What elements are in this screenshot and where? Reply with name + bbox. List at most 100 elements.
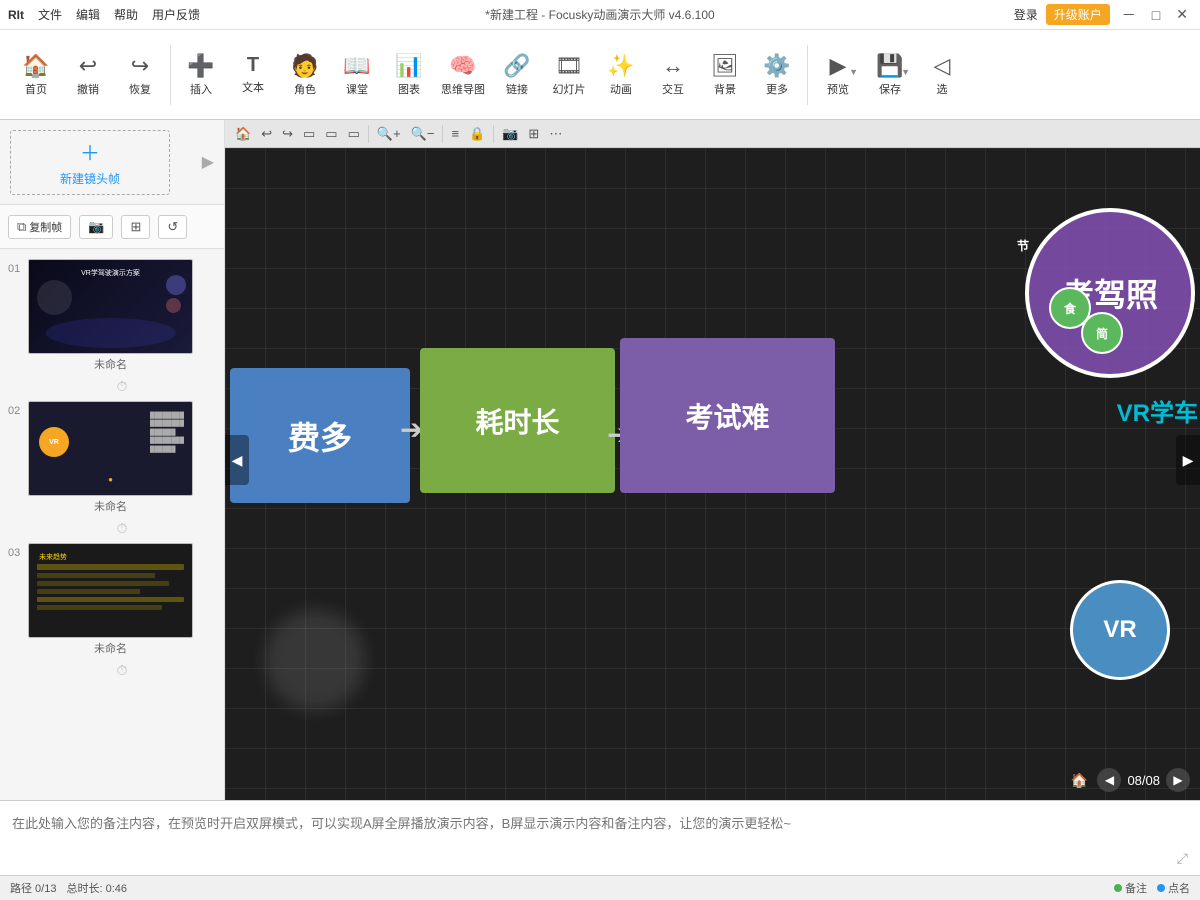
vr-main-circle[interactable]: 食 简 节 考驾照	[1025, 208, 1195, 378]
sep-icon-1: ⏱	[117, 378, 128, 395]
slide-thumb-3[interactable]: 未来趋势	[28, 543, 193, 638]
slide-thumb-wrap-2: VR ████████████████████████████████████ …	[28, 401, 193, 514]
slide-item-3[interactable]: 03 未来趋势	[0, 539, 224, 660]
toolbar-insert[interactable]: ➕ 插入	[175, 35, 227, 115]
slide-item-1[interactable]: 01 VR学驾驶演示方案 未命名	[0, 255, 224, 376]
toolbar-text[interactable]: T 文本	[227, 35, 279, 115]
text-label: 文本	[242, 79, 264, 95]
grid-button[interactable]: ⊞	[121, 215, 150, 239]
menu-feedback[interactable]: 用户反馈	[152, 6, 200, 23]
canvas-more-btn[interactable]: ⋯	[545, 124, 566, 144]
slide-1-circle	[37, 280, 72, 315]
toolbar-chart[interactable]: 📊 图表	[383, 35, 435, 115]
slide-sep-1: ⏱	[0, 376, 224, 397]
canvas-rect2-btn[interactable]: ▭	[321, 124, 341, 144]
dot-icon	[1114, 884, 1122, 892]
select-label: 选	[937, 81, 948, 97]
slide-1-decorations	[166, 275, 186, 313]
rotate-icon: ↺	[167, 219, 178, 235]
mini-jie-text: 节	[1017, 237, 1029, 254]
toolbar-interact[interactable]: ↔ 交互	[647, 35, 699, 115]
canvas-zoom-in[interactable]: 🔍+	[373, 124, 405, 144]
upgrade-button[interactable]: 升级账户	[1046, 4, 1110, 25]
toolbar-undo[interactable]: ↩ 撤销	[62, 35, 114, 115]
nav-right-button[interactable]: ▶	[1176, 435, 1200, 485]
menu-edit[interactable]: 编辑	[76, 6, 100, 23]
login-button[interactable]: 登录	[1014, 6, 1038, 23]
copy-icon: ⧉	[17, 219, 26, 235]
maximize-button[interactable]: □	[1148, 7, 1164, 23]
canvas-zoom-out[interactable]: 🔍−	[407, 124, 439, 144]
toolbar-save[interactable]: 💾 保存 ▼	[864, 35, 916, 115]
notes-input[interactable]	[12, 813, 1188, 863]
menu-file[interactable]: 文件	[38, 6, 62, 23]
close-button[interactable]: ✕	[1172, 6, 1192, 23]
link-label: 链接	[506, 81, 528, 97]
box-purple-text: 考试难	[685, 396, 769, 436]
slide-3-title: 未来趋势	[39, 552, 67, 562]
toolbar-more[interactable]: ⚙️ 更多	[751, 35, 803, 115]
app-logo: RIt	[8, 8, 24, 22]
note-button[interactable]: 备注	[1114, 880, 1147, 896]
menu-bar: RIt 文件 编辑 帮助 用户反馈	[8, 6, 200, 23]
box-green-text: 耗时长	[475, 401, 559, 441]
slide-thumb-1[interactable]: VR学驾驶演示方案	[28, 259, 193, 354]
chart-icon: 📊	[395, 53, 422, 79]
toolbar-link[interactable]: 🔗 链接	[491, 35, 543, 115]
box-green[interactable]: 耗时长	[420, 348, 615, 493]
canvas-rotate-right[interactable]: ↪	[278, 124, 297, 144]
canvas-rect-btn[interactable]: ▭	[299, 124, 319, 144]
toolbar-home[interactable]: 🏠 首页	[10, 35, 62, 115]
canvas-camera-btn[interactable]: 📷	[498, 124, 522, 144]
camera-button[interactable]: 📷	[79, 215, 113, 239]
toolbar-redo[interactable]: ↪ 恢复	[114, 35, 166, 115]
menu-help[interactable]: 帮助	[114, 6, 138, 23]
minimize-button[interactable]: －	[1118, 5, 1140, 25]
box-purple[interactable]: 考试难	[620, 338, 835, 493]
slide-1-title: VR学驾驶演示方案	[81, 268, 140, 278]
slide-thumb-2[interactable]: VR ████████████████████████████████████ …	[28, 401, 193, 496]
sep-icon-2: ⏱	[117, 520, 128, 537]
rotate-button[interactable]: ↺	[158, 215, 187, 239]
main-area: ＋ 新建镜头帧 ▶ ⧉ 复制帧 📷 ⊞ ↺ 01	[0, 120, 1200, 800]
toolbar-separator-2	[807, 45, 808, 105]
toolbar-preview[interactable]: ▶ 预览 ▼	[812, 35, 864, 115]
toolbar-select[interactable]: ◁ 选	[916, 35, 968, 115]
box-blue[interactable]: 费多	[230, 368, 410, 503]
toolbar-character[interactable]: 🧑 角色	[279, 35, 331, 115]
panel-expand-icon[interactable]: ▶	[202, 152, 214, 172]
next-page-button[interactable]: ▶	[1166, 768, 1190, 792]
toolbar-mindmap[interactable]: 🧠 思维导图	[435, 35, 491, 115]
nav-left-button[interactable]: ◀	[225, 435, 249, 485]
canvas-rect3-btn[interactable]: ▭	[344, 124, 364, 144]
slide-3-lines	[37, 564, 184, 629]
toolbar-slideshow[interactable]: 🎞 幻灯片	[543, 35, 595, 115]
point-button[interactable]: 点名	[1157, 880, 1190, 896]
redo-icon: ↪	[131, 53, 149, 79]
slide-1-content: VR学驾驶演示方案	[29, 260, 192, 353]
vr-blue-circle[interactable]: VR	[1070, 580, 1170, 680]
slide-item-2[interactable]: 02 VR ██████████████████████████████████…	[0, 397, 224, 518]
background-icon: 🖼	[711, 53, 739, 79]
canvas-rotate-left[interactable]: ↩	[257, 124, 276, 144]
toolbar-classroom[interactable]: 📖 课堂	[331, 35, 383, 115]
canvas-background[interactable]: 费多 ➔ 耗时长 ➔ 考试难	[225, 148, 1200, 800]
canvas-grid-btn[interactable]: ⊞	[524, 124, 543, 144]
copy-frame-button[interactable]: ⧉ 复制帧	[8, 215, 71, 239]
undo-icon: ↩	[79, 53, 97, 79]
canvas-home-btn[interactable]: 🏠	[231, 124, 255, 144]
save-label: 保存	[879, 81, 901, 97]
save-icon: 💾	[876, 53, 903, 79]
expand-notes-icon[interactable]: ⤢	[1177, 850, 1188, 867]
toolbar-animation[interactable]: ✨ 动画	[595, 35, 647, 115]
canvas-align-btn[interactable]: ≡	[447, 124, 463, 143]
canvas-home-icon[interactable]: 🏠	[1067, 768, 1091, 792]
new-frame-button[interactable]: ＋ 新建镜头帧	[10, 130, 170, 195]
slide-2-content: VR ████████████████████████████████████ …	[29, 402, 192, 495]
toolbar-background[interactable]: 🖼 背景	[699, 35, 751, 115]
interact-icon: ↔	[662, 53, 684, 79]
prev-page-button[interactable]: ◀	[1097, 768, 1121, 792]
slide-2-bottom: ●	[108, 469, 113, 487]
preview-icon: ▶	[830, 53, 847, 79]
canvas-lock-btn[interactable]: 🔒	[465, 124, 489, 144]
